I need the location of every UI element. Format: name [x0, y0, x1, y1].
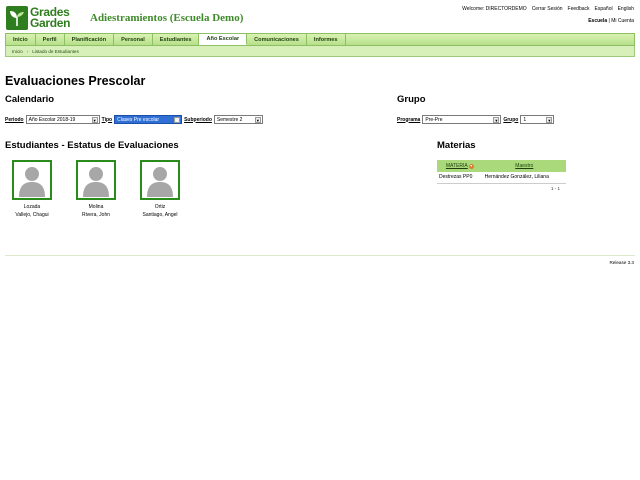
- grupo-label: Grupo: [503, 116, 519, 123]
- grades-garden-logo[interactable]: Grades Garden: [6, 5, 71, 31]
- scope-school-link[interactable]: Escuela: [588, 18, 607, 24]
- subperiodo-label: Subperiodo: [184, 116, 212, 123]
- student-card[interactable]: Lozada Vallejo, Chagui: [10, 160, 54, 219]
- school-title: Adiestramientos (Escuela Demo): [90, 12, 244, 24]
- avatar[interactable]: [140, 160, 180, 200]
- chevron-down-icon: ▼: [546, 117, 553, 123]
- scope-links: Escuela | Mi Cuenta: [588, 18, 634, 24]
- grupo-filters: Programa Pre-Pre ▼ Grupo 1 ▼: [397, 115, 555, 124]
- tab-ano-escolar[interactable]: Año Escolar: [199, 34, 248, 45]
- chevron-right-icon: ›: [26, 48, 29, 54]
- programa-select[interactable]: Pre-Pre ▼: [422, 115, 502, 124]
- sprout-icon: [6, 6, 28, 30]
- grupo-title: Grupo: [397, 94, 426, 105]
- calendario-filters: Periodo Año Escolar 2018-19 ▼ Tipo Clase…: [5, 115, 263, 124]
- feedback-link[interactable]: Feedback: [568, 6, 590, 12]
- maestro-column-header[interactable]: Maestro: [482, 160, 566, 172]
- periodo-select[interactable]: Año Escolar 2018-19 ▼: [25, 115, 100, 124]
- chevron-down-icon: ▼: [91, 117, 98, 123]
- programa-value: Pre-Pre: [425, 116, 443, 123]
- sort-desc-icon[interactable]: ▼: [468, 164, 474, 169]
- breadcrumb: Inicio › Listado de Estudiantes: [5, 46, 635, 57]
- programa-label: Programa: [397, 116, 421, 123]
- materia-column-header[interactable]: MATERIA ▼: [437, 160, 483, 172]
- lang-english-link[interactable]: English: [618, 6, 634, 12]
- tipo-label: Tipo: [101, 116, 113, 123]
- materias-table: MATERIA ▼ Maestro Destrezas PP0 Hernández…: [437, 160, 566, 184]
- tab-informes[interactable]: Informes: [307, 34, 346, 45]
- materias-title: Materias: [437, 140, 476, 151]
- tab-comunicaciones[interactable]: Comunicaciones: [247, 34, 307, 45]
- tab-planificacion[interactable]: Planificación: [65, 34, 115, 45]
- tab-personal[interactable]: Personal: [114, 34, 153, 45]
- table-row[interactable]: Destrezas PP0 Hernández González, Lilian…: [437, 172, 566, 184]
- chevron-down-icon: ▼: [254, 117, 261, 123]
- main-nav: Inicio Perfil Planificación Personal Est…: [5, 33, 635, 46]
- tipo-select[interactable]: Clases Pre escolar ▼: [114, 115, 183, 124]
- avatar[interactable]: [12, 160, 52, 200]
- release-version: Release 3.3: [609, 260, 634, 265]
- student-card[interactable]: Molina Rivera, John: [74, 160, 118, 219]
- logo-wordmark: Grades Garden: [30, 5, 71, 30]
- periodo-label: Periodo: [5, 116, 24, 123]
- tab-inicio[interactable]: Inicio: [6, 34, 36, 45]
- welcome-text: Welcome: DIRECTORDEMO: [462, 6, 527, 12]
- avatar[interactable]: [76, 160, 116, 200]
- students-section-title: Estudiantes - Estatus de Evaluaciones: [5, 140, 179, 151]
- materia-cell: Destrezas PP0: [437, 172, 483, 184]
- maestro-cell: Hernández González, Liliana: [482, 172, 566, 184]
- student-card[interactable]: Ortiz Santiago, Angel: [138, 160, 182, 219]
- top-links: Welcome: DIRECTORDEMO Cerrar Sesión Feed…: [462, 6, 634, 12]
- tab-perfil[interactable]: Perfil: [36, 34, 65, 45]
- grupo-select[interactable]: 1 ▼: [520, 115, 555, 124]
- student-name[interactable]: Ortiz Santiago, Angel: [142, 203, 177, 219]
- tipo-value: Clases Pre escolar: [117, 116, 160, 123]
- student-list: Lozada Vallejo, Chagui Molina Rivera, Jo…: [10, 160, 182, 219]
- periodo-value: Año Escolar 2018-19: [28, 116, 76, 123]
- breadcrumb-current[interactable]: Listado de Estudiantes: [32, 49, 78, 54]
- grupo-value: 1: [523, 116, 527, 123]
- breadcrumb-home-link[interactable]: Inicio: [12, 49, 23, 54]
- student-name[interactable]: Molina Rivera, John: [82, 203, 110, 219]
- student-name[interactable]: Lozada Vallejo, Chagui: [15, 203, 48, 219]
- logout-link[interactable]: Cerrar Sesión: [532, 6, 563, 12]
- chevron-down-icon: ▼: [174, 117, 181, 123]
- subperiodo-value: Semestre 2: [216, 116, 243, 123]
- page-title: Evaluaciones Prescolar: [5, 74, 146, 88]
- tab-estudiantes[interactable]: Estudiantes: [153, 34, 200, 45]
- pager: 1 - 1: [551, 186, 561, 191]
- user-silhouette-icon: [83, 167, 109, 197]
- calendario-title: Calendario: [5, 94, 55, 105]
- user-silhouette-icon: [19, 167, 45, 197]
- user-silhouette-icon: [147, 167, 173, 197]
- lang-spanish-link[interactable]: Español: [595, 6, 613, 12]
- subperiodo-select[interactable]: Semestre 2 ▼: [213, 115, 263, 124]
- footer-divider: [5, 255, 635, 256]
- chevron-down-icon: ▼: [493, 117, 500, 123]
- scope-account-link[interactable]: Mi Cuenta: [611, 18, 634, 24]
